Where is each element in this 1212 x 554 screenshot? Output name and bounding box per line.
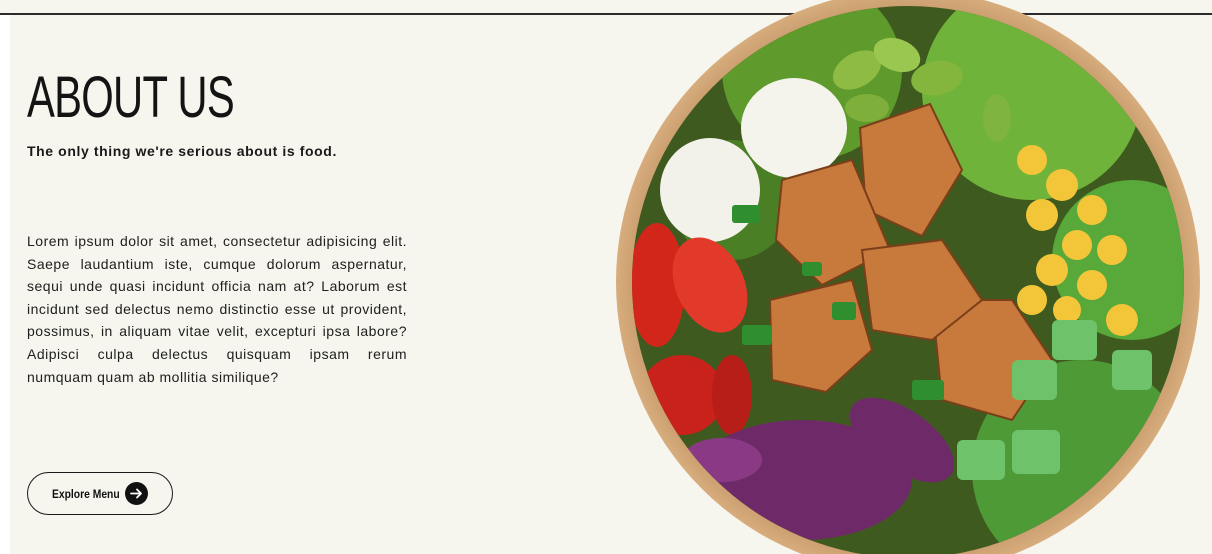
left-edge-strip xyxy=(0,15,10,554)
about-description: Lorem ipsum dolor sit amet, consectetur … xyxy=(27,233,407,385)
page-title: ABOUT US xyxy=(27,65,235,130)
bowl-of-salad-image xyxy=(612,0,1212,554)
tagline: The only thing we're serious about is fo… xyxy=(27,143,337,159)
explore-menu-label: Explore Menu xyxy=(52,486,120,501)
arrow-right-icon xyxy=(125,482,148,505)
explore-menu-button[interactable]: Explore Menu xyxy=(27,472,173,515)
